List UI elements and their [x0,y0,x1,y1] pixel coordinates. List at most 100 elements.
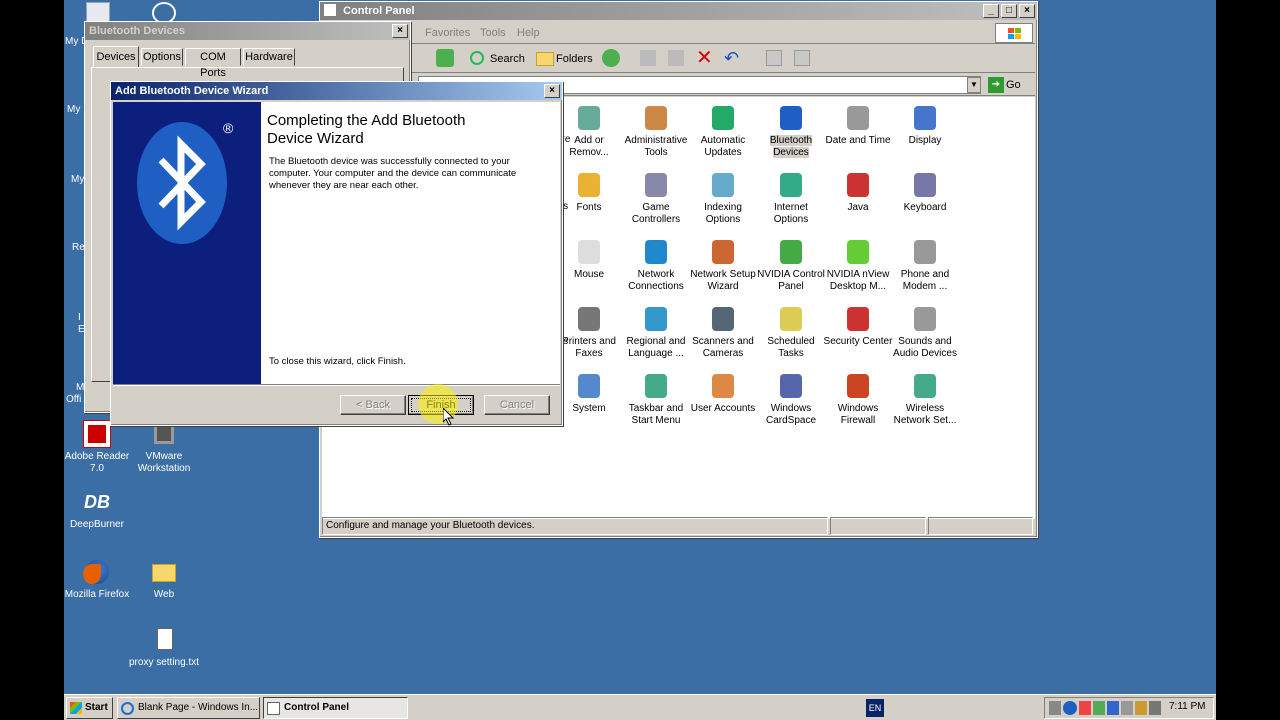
clock[interactable]: 7:11 PM [1169,701,1206,712]
cp-item[interactable]: Fonts [554,170,624,214]
cp-item[interactable]: Regional and Language ... [621,304,691,360]
go-arrow-icon: ➔ [988,77,1004,93]
cp-item[interactable]: Java [823,170,893,214]
new-folder-icon[interactable] [766,50,782,66]
delete-folder-icon[interactable] [794,50,810,66]
move-to-icon[interactable] [640,50,656,66]
taskbar: Start Blank Page - Windows In... Control… [64,694,1216,720]
ie-icon [121,702,134,715]
tray-icon[interactable] [1079,701,1091,715]
menu-tools[interactable]: Tools [480,27,506,39]
cp-item[interactable]: Indexing Options [688,170,758,226]
tray-icon[interactable] [1135,701,1147,715]
cp-item[interactable]: Windows CardSpace [756,371,826,427]
folders-button[interactable]: Folders [534,48,593,70]
language-indicator[interactable]: EN [866,699,884,717]
start-button[interactable]: Start [66,697,113,719]
desktop-icon-web[interactable]: Web [126,558,202,601]
cp-item[interactable]: Sounds and Audio Devices [890,304,960,360]
status-bar: Configure and manage your Bluetooth devi… [322,517,1035,535]
cp-item[interactable]: User Accounts [688,371,758,415]
cp-item[interactable]: Internet Options [756,170,826,226]
cp-item[interactable]: Keyboard [890,170,960,214]
system-tray: 7:11 PM [1044,697,1214,719]
up-folder-icon[interactable] [436,49,454,67]
volume-icon[interactable] [1149,701,1161,715]
views-icon[interactable] [602,49,620,67]
cp-item-icon [843,103,873,133]
task-ie[interactable]: Blank Page - Windows In... [117,697,260,719]
minimize-button[interactable]: _ [983,4,999,18]
tab-devices[interactable]: Devices [93,46,139,68]
back-button[interactable]: < Back [340,395,406,415]
cp-item[interactable]: NVIDIA nView Desktop M... [823,237,893,293]
cp-item[interactable]: Mouse [554,237,624,281]
tray-icon[interactable] [1121,701,1133,715]
cp-item[interactable]: Automatic Updates [688,103,758,159]
search-icon [470,51,484,65]
cp-item[interactable]: System [554,371,624,415]
task-control-panel[interactable]: Control Panel [263,697,408,719]
chevron-down-icon[interactable]: ▼ [967,77,981,93]
cp-item[interactable]: Phone and Modem ... [890,237,960,293]
cp-item[interactable]: Bluetooth Devices [756,103,826,159]
desktop-icon-label: DeepBurner [70,519,124,530]
wizard-titlebar[interactable]: Add Bluetooth Device Wizard × [111,82,562,100]
cp-item[interactable]: Scanners and Cameras [688,304,758,360]
cp-item-icon [641,371,671,401]
close-button[interactable]: × [392,24,408,38]
desktop-icon-vmware[interactable]: VMware Workstation [126,420,202,475]
close-button[interactable]: × [1019,4,1035,18]
control-panel-titlebar[interactable]: Control Panel _ □ × [320,2,1037,20]
desktop-icon-label: Adobe Reader 7.0 [64,451,130,474]
cp-item[interactable]: Network Setup Wizard [688,237,758,293]
cp-item[interactable]: NVIDIA Control Panel [756,237,826,293]
go-button[interactable]: ➔ Go [986,76,1021,94]
tab-hardware[interactable]: Hardware [243,48,295,66]
cp-item[interactable]: Administrative Tools [621,103,691,159]
maximize-button[interactable]: □ [1001,4,1017,18]
undo-icon[interactable]: ↶ [724,47,739,69]
tray-icon[interactable] [1093,701,1105,715]
desktop-icon-label: VMware Workstation [137,451,191,474]
tab-com-ports[interactable]: COM Ports [185,48,241,79]
mouse-cursor-icon [443,408,455,426]
cp-item[interactable]: Add or Remov... [554,103,624,159]
cp-item[interactable]: Scheduled Tasks [756,304,826,360]
cp-item[interactable]: Date and Time [823,103,893,147]
tray-icon[interactable] [1049,701,1061,715]
menu-favorites[interactable]: Favorites [425,27,470,39]
task-label: Control Panel [284,702,350,713]
desktop-icon-deepburner[interactable]: DB DeepBurner [64,488,135,531]
close-button[interactable]: × [544,84,560,98]
bluetooth-devices-titlebar[interactable]: Bluetooth Devices × [85,22,410,40]
go-label: Go [1006,79,1021,91]
cp-item[interactable]: Security Center [823,304,893,348]
desktop-icon-firefox[interactable]: Mozilla Firefox [64,558,135,601]
copy-to-icon[interactable] [668,50,684,66]
cp-item[interactable]: Windows Firewall [823,371,893,427]
cp-item[interactable]: Game Controllers [621,170,691,226]
cp-item-label: Administrative Tools [624,135,688,158]
cancel-button[interactable]: Cancel [484,395,550,415]
delete-icon[interactable]: ✕ [696,47,713,69]
search-button[interactable]: Search [468,48,525,70]
window-title: Bluetooth Devices [89,25,185,37]
desktop-icon-proxy-setting[interactable]: proxy setting.txt [126,626,202,669]
desktop-icon-label: Web [153,589,175,600]
cp-item[interactable]: Network Connections [621,237,691,293]
desktop-icon-adobe-reader[interactable]: Adobe Reader 7.0 [64,420,135,475]
cp-item[interactable]: Display [890,103,960,147]
cp-item[interactable]: Printers and Faxes [554,304,624,360]
cp-item-label: Keyboard [903,202,947,213]
bluetooth-tray-icon[interactable] [1063,701,1077,715]
desktop-clipped-label: My [71,174,85,185]
cp-item[interactable]: Wireless Network Set... [890,371,960,427]
cp-item[interactable]: Taskbar and Start Menu [621,371,691,427]
tray-icon[interactable] [1107,701,1119,715]
cp-item-icon [776,371,806,401]
tab-options[interactable]: Options [141,48,183,66]
cp-item-icon [708,371,738,401]
menu-help[interactable]: Help [517,27,540,39]
wizard-close-hint: To close this wizard, click Finish. [269,356,406,367]
